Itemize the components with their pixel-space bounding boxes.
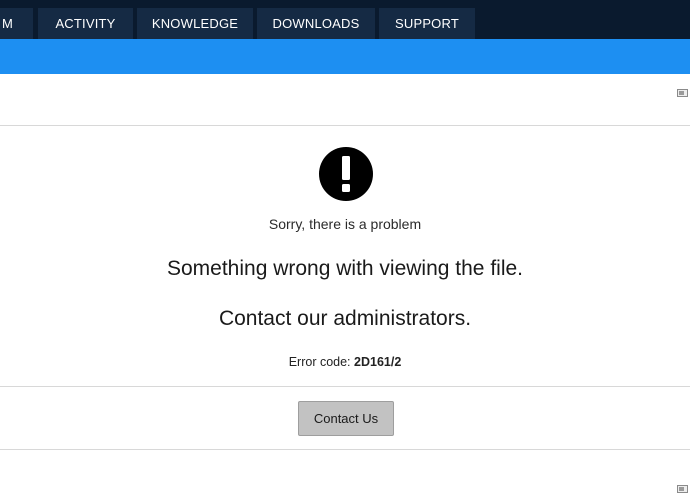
nav-tab-label: ACTIVITY xyxy=(55,16,116,31)
error-code-value: 2D161/2 xyxy=(354,355,402,369)
nav-tab-knowledge[interactable]: KNOWLEDGE xyxy=(137,8,253,39)
error-message-panel: Sorry, there is a problem Something wron… xyxy=(0,126,690,387)
error-code-line: Error code: 2D161/2 xyxy=(0,355,690,369)
window-icon[interactable] xyxy=(677,485,688,493)
nav-tab-partial[interactable]: M xyxy=(0,8,33,39)
nav-tab-activity[interactable]: ACTIVITY xyxy=(38,8,133,39)
exclamation-circle-icon xyxy=(319,147,373,201)
nav-tab-support[interactable]: SUPPORT xyxy=(379,8,475,39)
contact-us-button[interactable]: Contact Us xyxy=(298,401,394,436)
sorry-text: Sorry, there is a problem xyxy=(268,216,422,232)
error-page: M ACTIVITY KNOWLEDGE DOWNLOADS SUPPORT S… xyxy=(0,0,690,500)
nav-tab-label: SUPPORT xyxy=(394,16,459,31)
header-strip xyxy=(0,74,690,126)
nav-tab-label: KNOWLEDGE xyxy=(151,16,239,31)
contact-headline: Contact our administrators. xyxy=(218,307,472,330)
error-code-label: Error code: xyxy=(288,355,351,369)
top-navigation: M ACTIVITY KNOWLEDGE DOWNLOADS SUPPORT xyxy=(0,0,690,39)
nav-tab-downloads[interactable]: DOWNLOADS xyxy=(257,8,375,39)
error-headline: Something wrong with viewing the file. xyxy=(166,257,523,280)
nav-tab-label: M xyxy=(2,16,14,31)
nav-tab-label: DOWNLOADS xyxy=(272,16,360,31)
footer-strip xyxy=(0,451,690,500)
accent-bar xyxy=(0,39,690,74)
window-icon[interactable] xyxy=(677,89,688,97)
action-area: Contact Us xyxy=(0,387,690,450)
